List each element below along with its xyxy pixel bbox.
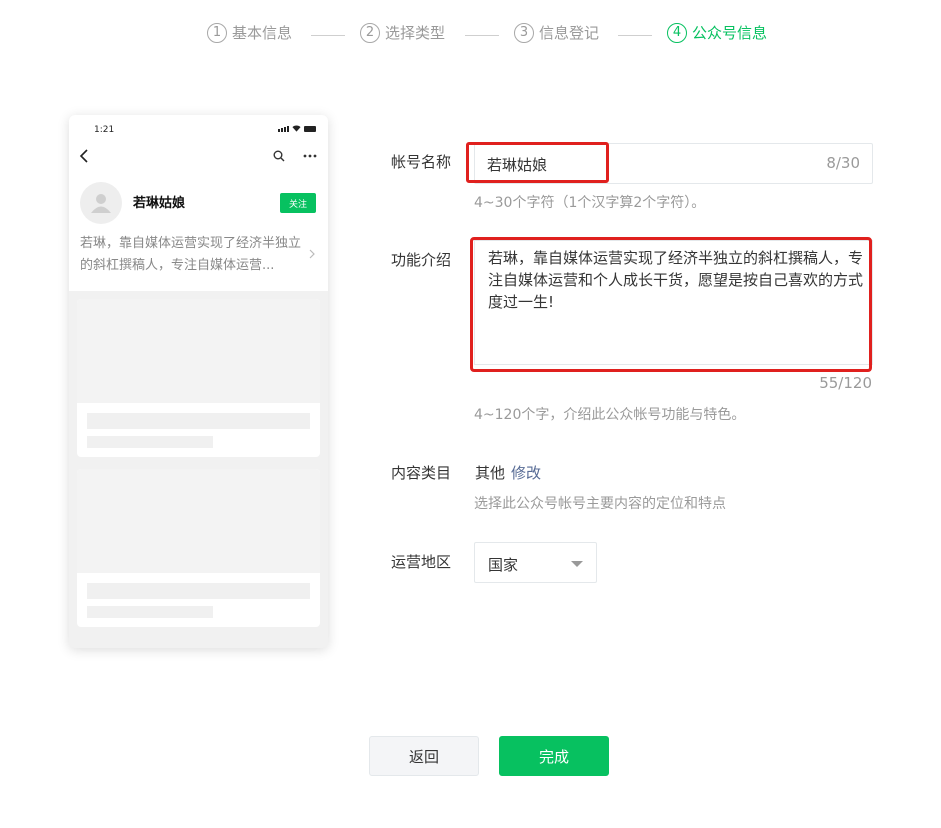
status-icons — [278, 124, 316, 132]
search-icon[interactable] — [273, 150, 285, 162]
step-divider — [311, 35, 345, 36]
done-button[interactable]: 完成 — [499, 736, 609, 776]
card-cover-placeholder — [77, 299, 320, 403]
intro-count: 55/120 — [819, 374, 872, 392]
intro-tip: 4~120个字，介绍此公众帐号功能与特色。 — [474, 407, 746, 423]
region-select[interactable]: 国家 — [474, 542, 597, 583]
step-label: 基本信息 — [232, 24, 293, 42]
card-subtitle-placeholder — [87, 436, 213, 448]
card-title-placeholder — [87, 413, 310, 429]
account-name-label: 帐号名称 — [391, 153, 452, 171]
user-placeholder-icon — [91, 194, 111, 213]
card-cover-placeholder — [77, 469, 320, 573]
modify-category-link[interactable]: 修改 — [511, 462, 541, 483]
article-card-placeholder — [77, 469, 320, 627]
phone-preview: 1:21 若琳姑娘 关注 若琳，靠自媒体运营实现了经济半独立的斜杠撰稿人，专注自… — [69, 115, 328, 648]
caret-down-icon — [571, 561, 583, 567]
step-select-type: 2 选择类型 — [360, 22, 445, 43]
back-arrow-icon[interactable] — [79, 149, 89, 163]
highlight-box — [466, 142, 609, 183]
step-account-info: 4 公众号信息 — [667, 22, 767, 43]
card-subtitle-placeholder — [87, 606, 213, 618]
article-card-placeholder — [77, 299, 320, 457]
step-number: 2 — [360, 22, 380, 43]
phone-header: 1:21 若琳姑娘 关注 若琳，靠自媒体运营实现了经济半独立的斜杠撰稿人，专注自… — [69, 115, 328, 291]
status-time: 1:21 — [94, 125, 115, 135]
wifi-icon — [292, 125, 301, 132]
follow-button[interactable]: 关注 — [280, 193, 316, 213]
preview-description: 若琳，靠自媒体运营实现了经济半独立的斜杠撰稿人，专注自媒体运营... — [80, 236, 302, 273]
step-number: 3 — [514, 22, 534, 43]
category-tip: 选择此公众号帐号主要内容的定位和特点 — [474, 496, 726, 512]
step-registration: 3 信息登记 — [514, 22, 599, 43]
step-basic-info: 1 基本信息 — [207, 22, 292, 43]
step-label: 公众号信息 — [692, 24, 768, 42]
step-divider — [618, 35, 652, 36]
preview-account-name: 若琳姑娘 — [133, 196, 186, 211]
step-number: 1 — [207, 22, 227, 43]
category-value: 其他 — [475, 464, 506, 482]
avatar — [80, 182, 122, 224]
intro-label: 功能介绍 — [391, 251, 452, 269]
battery-icon — [304, 126, 316, 132]
step-number: 4 — [667, 22, 687, 43]
step-label: 选择类型 — [385, 24, 446, 42]
region-label: 运营地区 — [391, 553, 452, 571]
region-value: 国家 — [488, 556, 519, 574]
card-title-placeholder — [87, 583, 310, 599]
account-name-tip: 4~30个字符（1个汉字算2个字符）。 — [474, 195, 706, 211]
signal-icon — [278, 126, 289, 132]
back-button[interactable]: 返回 — [369, 736, 479, 776]
step-divider — [465, 35, 499, 36]
account-name-count: 8/30 — [826, 154, 860, 172]
step-progress: 1 基本信息 2 选择类型 3 信息登记 4 公众号信息 — [0, 22, 941, 48]
chevron-right-icon — [309, 249, 315, 259]
step-label: 信息登记 — [539, 24, 600, 42]
category-label: 内容类目 — [391, 464, 452, 482]
highlight-box — [470, 237, 872, 372]
more-icon[interactable] — [303, 153, 317, 159]
